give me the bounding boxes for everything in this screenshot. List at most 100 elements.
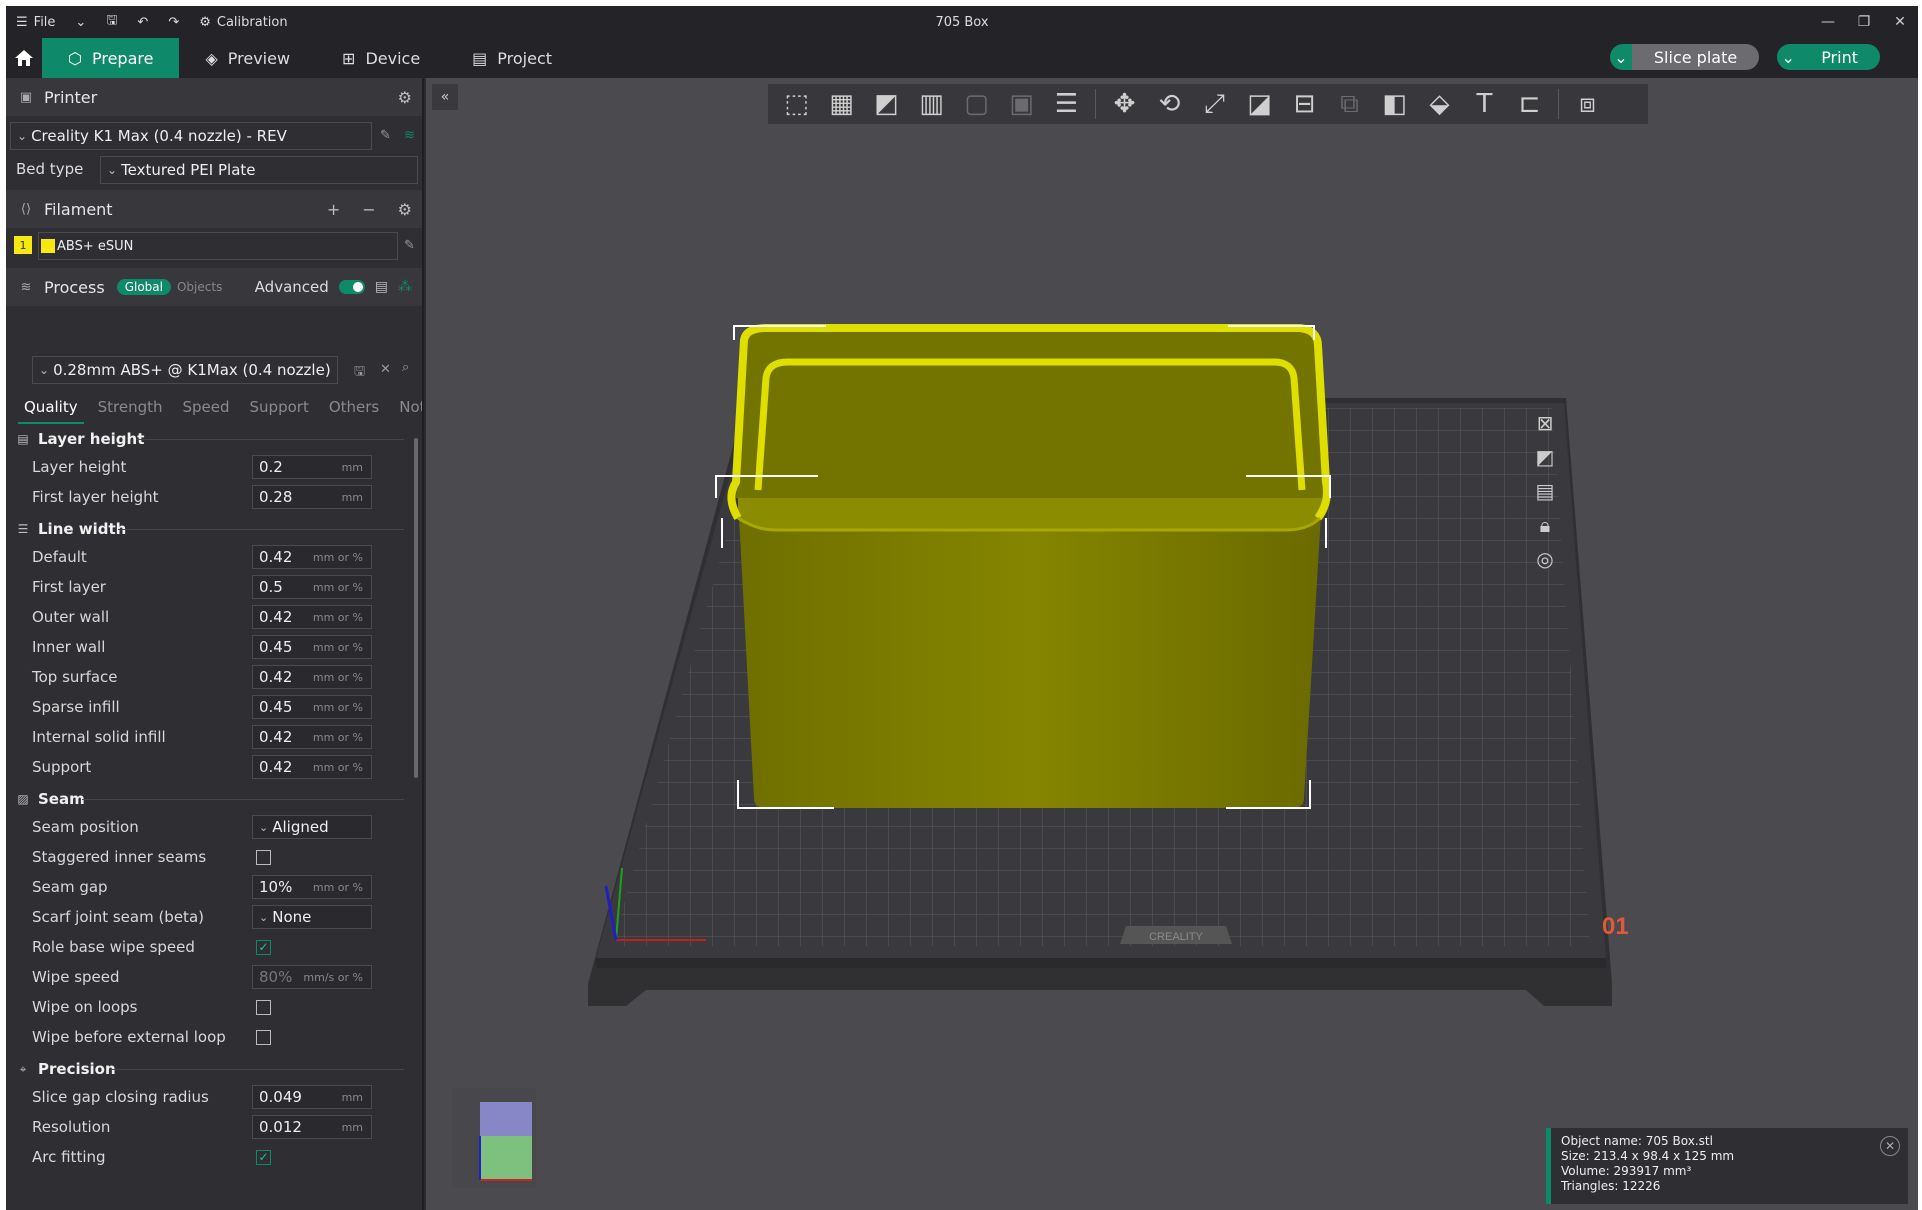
param-row: Role base wipe speed ✓: [6, 932, 412, 962]
param-label: First layer height: [32, 488, 159, 506]
filament-select[interactable]: ABS+ eSUN: [38, 232, 398, 260]
process-preset-select[interactable]: ⌄ 0.28mm ABS+ @ K1Max (0.4 nozzle): [32, 356, 338, 384]
tab-preview[interactable]: ◈ Preview: [179, 38, 316, 78]
line-width-default-input[interactable]: 0.42 mm or %: [252, 545, 372, 569]
object-info-panel: Object name: 705 Box.stl Size: 213.4 x 9…: [1546, 1128, 1908, 1204]
minimize-button[interactable]: —: [1810, 6, 1846, 38]
global-chip[interactable]: Global: [116, 279, 171, 295]
field-value: 0.012: [259, 1118, 302, 1136]
tab-prepare[interactable]: ⬡ Prepare: [42, 38, 180, 78]
param-row: Wipe speed 80% mm/s or %: [6, 962, 412, 992]
wipe-speed-input[interactable]: 80% mm/s or %: [252, 965, 372, 989]
wipe-on-loops-checkbox[interactable]: [256, 999, 271, 1015]
calibration-menu[interactable]: ⚙ Calibration: [189, 6, 297, 38]
resolution-input[interactable]: 0.012 mm: [252, 1115, 372, 1139]
gear-icon[interactable]: ⚙: [398, 200, 412, 219]
orient-plate-icon[interactable]: ◩: [1528, 444, 1562, 470]
scarf-joint-seam-select[interactable]: ⌄ None: [252, 905, 372, 929]
filament-icon: ⟨⟩: [20, 201, 32, 217]
save-preset-icon[interactable]: 🖫: [354, 362, 365, 384]
add-filament-icon[interactable]: +: [327, 200, 340, 219]
field-unit: mm: [341, 1090, 363, 1104]
list-view-icon[interactable]: ▤: [375, 279, 388, 295]
view-cube[interactable]: [452, 1088, 536, 1188]
bed-type-select[interactable]: ⌄ Textured PEI Plate: [100, 156, 418, 184]
tab-preview-label: Preview: [227, 48, 291, 68]
objects-chip[interactable]: Objects: [171, 279, 228, 295]
line-width-top-surface-input[interactable]: 0.42 mm or %: [252, 665, 372, 689]
window-controls: — ❐ ✕: [1810, 6, 1918, 38]
save-button[interactable]: 🖫: [96, 6, 127, 38]
lock-plate-icon[interactable]: 🔒︎: [1528, 512, 1562, 538]
bed-brand-label: CREALITY: [1149, 931, 1203, 943]
line-width-support-input[interactable]: 0.42 mm or %: [252, 755, 372, 779]
close-icon[interactable]: ✕: [380, 362, 391, 377]
compare-icon[interactable]: ⁂: [398, 279, 412, 295]
box-object[interactable]: [727, 324, 1331, 808]
3d-viewport[interactable]: « ⬚ ▦ ◩ ▥ ▢ ▣ ☰ ✥ ⟲ ⤢ ◪ ⊟ ⧉ ◧ ⬙ T ⊏ ⧈ CR…: [426, 78, 1918, 1210]
restore-button[interactable]: ❐: [1846, 6, 1882, 38]
search-icon[interactable]: ⌕: [402, 360, 409, 375]
layer-height-input[interactable]: 0.2 mm: [252, 455, 372, 479]
plate-settings-icon[interactable]: ◎: [1528, 546, 1562, 572]
line-width-first-layer-input[interactable]: 0.5 mm or %: [252, 575, 372, 599]
line-width-inner-wall-input[interactable]: 0.45 mm or %: [252, 635, 372, 659]
seam-icon: ▨: [17, 792, 29, 806]
param-label: Role base wipe speed: [32, 938, 195, 956]
line-width-outer-wall-input[interactable]: 0.42 mm or %: [252, 605, 372, 629]
printer-icon: ▣: [19, 89, 33, 105]
param-row: Staggered inner seams: [6, 842, 412, 872]
first-layer-height-input[interactable]: 0.28 mm: [252, 485, 372, 509]
subtab-support[interactable]: Support: [244, 394, 315, 424]
subtab-others[interactable]: Others: [323, 394, 385, 424]
delete-plate-icon[interactable]: ⊠: [1528, 410, 1562, 436]
subtab-strength[interactable]: Strength: [92, 394, 169, 424]
field-value: 80%: [259, 968, 293, 986]
field-value: 0.45: [259, 698, 293, 716]
chevron-down-icon[interactable]: ⌄: [1777, 44, 1800, 70]
param-label: Internal solid infill: [32, 728, 166, 746]
redo-button[interactable]: ↷: [158, 6, 189, 38]
tab-project[interactable]: ▤ Project: [446, 38, 578, 78]
file-dropdown-chevron[interactable]: ⌄: [65, 6, 96, 38]
gear-icon[interactable]: ⚙: [398, 88, 412, 107]
close-info-button[interactable]: ✕: [1880, 1136, 1900, 1156]
role-base-wipe-speed-checkbox[interactable]: ✓: [256, 939, 271, 955]
line-width-sparse-infill-input[interactable]: 0.45 mm or %: [252, 695, 372, 719]
subtab-speed[interactable]: Speed: [177, 394, 236, 424]
remove-filament-icon[interactable]: −: [362, 200, 375, 219]
staggered-inner-seams-checkbox[interactable]: [256, 849, 271, 865]
close-button[interactable]: ✕: [1882, 6, 1918, 38]
wipe-before-external-loop-checkbox[interactable]: [256, 1029, 271, 1045]
chevron-down-icon: ⌄: [259, 820, 269, 834]
slice-gap-closing-radius-input[interactable]: 0.049 mm: [252, 1085, 372, 1109]
field-value: 0.45: [259, 638, 293, 656]
file-menu[interactable]: ☰ File: [6, 6, 65, 38]
field-value: 0.049: [259, 1088, 302, 1106]
seam-position-select[interactable]: ⌄ Aligned: [252, 815, 372, 839]
tab-device[interactable]: ⊞ Device: [316, 38, 446, 78]
sidebar-scrollbar[interactable]: [414, 438, 418, 778]
printer-section-label: Printer: [44, 87, 98, 107]
subtab-quality[interactable]: Quality: [18, 394, 84, 424]
seam-gap-input[interactable]: 10% mm or %: [252, 875, 372, 899]
advanced-toggle[interactable]: [338, 280, 365, 294]
param-row: Default 0.42 mm or %: [6, 542, 412, 572]
arrange-plate-icon[interactable]: ▤: [1528, 478, 1562, 504]
arc-fitting-checkbox[interactable]: ✓: [256, 1149, 271, 1165]
edit-icon[interactable]: ✎: [380, 128, 391, 143]
home-button[interactable]: [6, 38, 42, 78]
subtab-notes[interactable]: Notes: [393, 394, 422, 424]
layers-icon: ◈: [205, 48, 218, 68]
build-plate-scene: CREALITY Un 01: [588, 324, 1629, 1006]
slice-plate-button[interactable]: ⌄ Slice plate: [1609, 44, 1760, 70]
line-width-internal-solid-infill-input[interactable]: 0.42 mm or %: [252, 725, 372, 749]
print-button[interactable]: ⌄ Print: [1777, 44, 1880, 70]
chevron-down-icon[interactable]: ⌄: [1609, 44, 1632, 70]
wifi-icon[interactable]: ≋: [404, 128, 415, 143]
undo-button[interactable]: ↶: [127, 6, 158, 38]
param-label: Layer height: [32, 458, 127, 476]
field-unit: mm or %: [312, 880, 363, 894]
edit-icon[interactable]: ✎: [404, 238, 415, 253]
printer-preset-select[interactable]: ⌄ Creality K1 Max (0.4 nozzle) - REV: [10, 122, 372, 150]
